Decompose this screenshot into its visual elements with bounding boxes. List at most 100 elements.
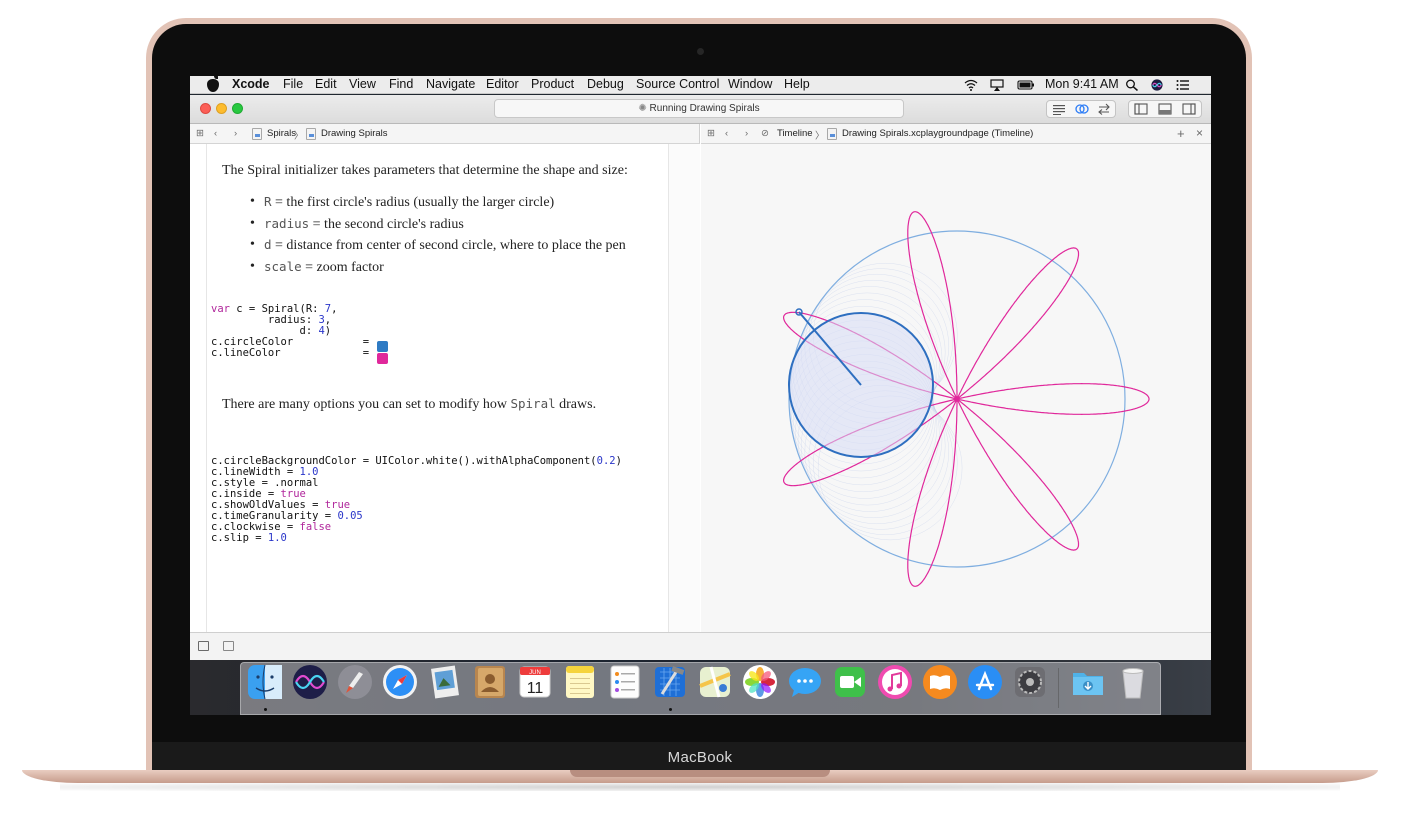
bullet-code: R bbox=[264, 194, 272, 209]
contacts-icon[interactable] bbox=[472, 664, 508, 700]
calendar-month: JUN bbox=[529, 670, 541, 676]
battery-icon[interactable] bbox=[1017, 79, 1035, 91]
wifi-icon[interactable] bbox=[964, 79, 978, 91]
maps-icon[interactable] bbox=[697, 664, 733, 700]
menu-find[interactable]: Find bbox=[389, 77, 413, 91]
doc-bullet-r: • R = the first circle's radius (usually … bbox=[250, 194, 555, 210]
circle-color-swatch[interactable] bbox=[377, 341, 388, 352]
debug-bar bbox=[190, 632, 1211, 660]
minimize-window-button[interactable] bbox=[216, 103, 227, 114]
system-preferences-icon[interactable] bbox=[1012, 664, 1048, 700]
calendar-icon[interactable]: JUN 11 bbox=[517, 664, 553, 700]
doc-intro-text: The Spiral initializer takes parameters … bbox=[222, 163, 628, 178]
calendar-day: 11 bbox=[527, 680, 544, 697]
breadcrumb-timeline[interactable]: Timeline bbox=[777, 128, 813, 139]
breadcrumb-drawing-spirals[interactable]: Drawing Spirals bbox=[321, 128, 388, 139]
xcode-window: ✺ Running Drawing Spirals ⊞ ‹ › Spirals … bbox=[190, 95, 1211, 660]
bullet-text: = distance from center of second circle,… bbox=[271, 238, 626, 253]
siri-icon[interactable] bbox=[292, 664, 328, 700]
results-sidebar bbox=[668, 144, 700, 632]
version-editor-icon[interactable] bbox=[1097, 103, 1111, 115]
xcode-icon[interactable] bbox=[652, 664, 688, 700]
debug-area-toggle-icon[interactable] bbox=[1158, 103, 1172, 115]
reminders-icon[interactable] bbox=[607, 664, 643, 700]
device-brand: MacBook bbox=[667, 749, 733, 766]
menu-source-control[interactable]: Source Control bbox=[636, 77, 719, 91]
menu-file[interactable]: File bbox=[283, 77, 303, 91]
apple-menu-icon[interactable] bbox=[207, 76, 219, 92]
bullet-text: = zoom factor bbox=[301, 260, 384, 275]
code-block-options[interactable]: c.circleBackgroundColor = UIColor.white(… bbox=[211, 456, 622, 544]
ibooks-icon[interactable] bbox=[922, 664, 958, 700]
bullet-code: d bbox=[264, 237, 272, 252]
playground-file-icon bbox=[252, 128, 262, 140]
downloads-folder-icon[interactable] bbox=[1070, 664, 1106, 700]
editor-mode-control bbox=[1046, 100, 1116, 118]
menu-product[interactable]: Product bbox=[531, 77, 574, 91]
doc-bullet-scale: • scale = zoom factor bbox=[250, 259, 384, 275]
preview-icon[interactable] bbox=[427, 664, 463, 700]
activity-viewer: ✺ Running Drawing Spirals bbox=[494, 99, 904, 118]
add-assistant-icon[interactable]: + bbox=[1177, 126, 1185, 141]
utilities-toggle-icon[interactable] bbox=[1182, 103, 1196, 115]
base-shadow bbox=[60, 783, 1340, 791]
spiral-drawing bbox=[783, 211, 1150, 587]
menu-navigate[interactable]: Navigate bbox=[426, 77, 475, 91]
dock-separator bbox=[1058, 668, 1059, 708]
bullet-text: = the second circle's radius bbox=[309, 217, 464, 232]
facetime-icon[interactable] bbox=[832, 664, 868, 700]
hide-debug-area-icon[interactable] bbox=[198, 641, 209, 651]
camera bbox=[697, 48, 704, 55]
spotlight-icon[interactable] bbox=[1125, 79, 1139, 91]
base-notch bbox=[570, 770, 830, 777]
back-arrow-icon[interactable]: ‹ bbox=[214, 128, 217, 139]
timeline-live-view[interactable] bbox=[701, 144, 1211, 632]
menu-edit[interactable]: Edit bbox=[315, 77, 337, 91]
related-items-icon[interactable]: ⊞ bbox=[707, 128, 715, 139]
timeline-jump-bar: ⊞ ‹ › ⊘ Timeline 〉 Drawing Spirals.xcpla… bbox=[701, 124, 1211, 144]
line-color-swatch[interactable] bbox=[377, 353, 388, 364]
siri-icon[interactable] bbox=[1150, 79, 1164, 91]
breadcrumb-spirals[interactable]: Spirals bbox=[267, 128, 296, 139]
menu-view[interactable]: View bbox=[349, 77, 376, 91]
menu-app-name[interactable]: Xcode bbox=[232, 77, 270, 91]
related-items-icon[interactable]: ⊞ bbox=[196, 128, 204, 139]
messages-icon[interactable] bbox=[787, 664, 823, 700]
itunes-icon[interactable] bbox=[877, 664, 913, 700]
doc-bullet-radius: • radius = the second circle's radius bbox=[250, 216, 464, 232]
menu-window[interactable]: Window bbox=[728, 77, 772, 91]
breadcrumb-timeline-page[interactable]: Drawing Spirals.xcplaygroundpage (Timeli… bbox=[842, 128, 1033, 139]
notes-icon[interactable] bbox=[562, 664, 598, 700]
console-toggle-icon[interactable] bbox=[223, 641, 234, 651]
code-block-spiral-init[interactable]: var c = Spiral(R: 7, radius: 3, d: 4) c.… bbox=[211, 304, 375, 359]
finder-running-indicator bbox=[264, 708, 267, 711]
app-store-icon[interactable] bbox=[967, 664, 1003, 700]
zoom-window-button[interactable] bbox=[232, 103, 243, 114]
close-assistant-icon[interactable]: × bbox=[1196, 126, 1203, 140]
menu-help[interactable]: Help bbox=[784, 77, 810, 91]
assistant-editor-icon[interactable] bbox=[1075, 103, 1089, 115]
forward-arrow-icon[interactable]: › bbox=[234, 128, 237, 139]
photos-icon[interactable] bbox=[742, 664, 778, 700]
bullet-code: scale bbox=[264, 259, 302, 274]
trash-icon[interactable] bbox=[1115, 664, 1151, 700]
back-arrow-icon[interactable]: ‹ bbox=[725, 128, 728, 139]
safari-icon[interactable] bbox=[382, 664, 418, 700]
menu-debug[interactable]: Debug bbox=[587, 77, 624, 91]
forward-arrow-icon[interactable]: › bbox=[745, 128, 748, 139]
notification-center-icon[interactable] bbox=[1176, 79, 1190, 91]
screen: Xcode File Edit View Find Navigate Edito… bbox=[190, 76, 1211, 715]
launchpad-icon[interactable] bbox=[337, 664, 373, 700]
standard-editor-icon[interactable] bbox=[1052, 103, 1066, 115]
close-window-button[interactable] bbox=[200, 103, 211, 114]
spinner-icon: ✺ bbox=[638, 103, 650, 114]
doc-bullet-d: • d = distance from center of second circ… bbox=[250, 237, 626, 253]
menu-editor[interactable]: Editor bbox=[486, 77, 519, 91]
menu-clock[interactable]: Mon 9:41 AM bbox=[1045, 77, 1119, 91]
airplay-icon[interactable] bbox=[990, 79, 1004, 91]
bullet-code: radius bbox=[264, 216, 310, 231]
doc-options-text: There are many options you can set to mo… bbox=[222, 396, 597, 412]
finder-icon[interactable] bbox=[247, 664, 283, 700]
navigator-toggle-icon[interactable] bbox=[1134, 103, 1148, 115]
source-editor[interactable]: The Spiral initializer takes parameters … bbox=[190, 144, 700, 632]
